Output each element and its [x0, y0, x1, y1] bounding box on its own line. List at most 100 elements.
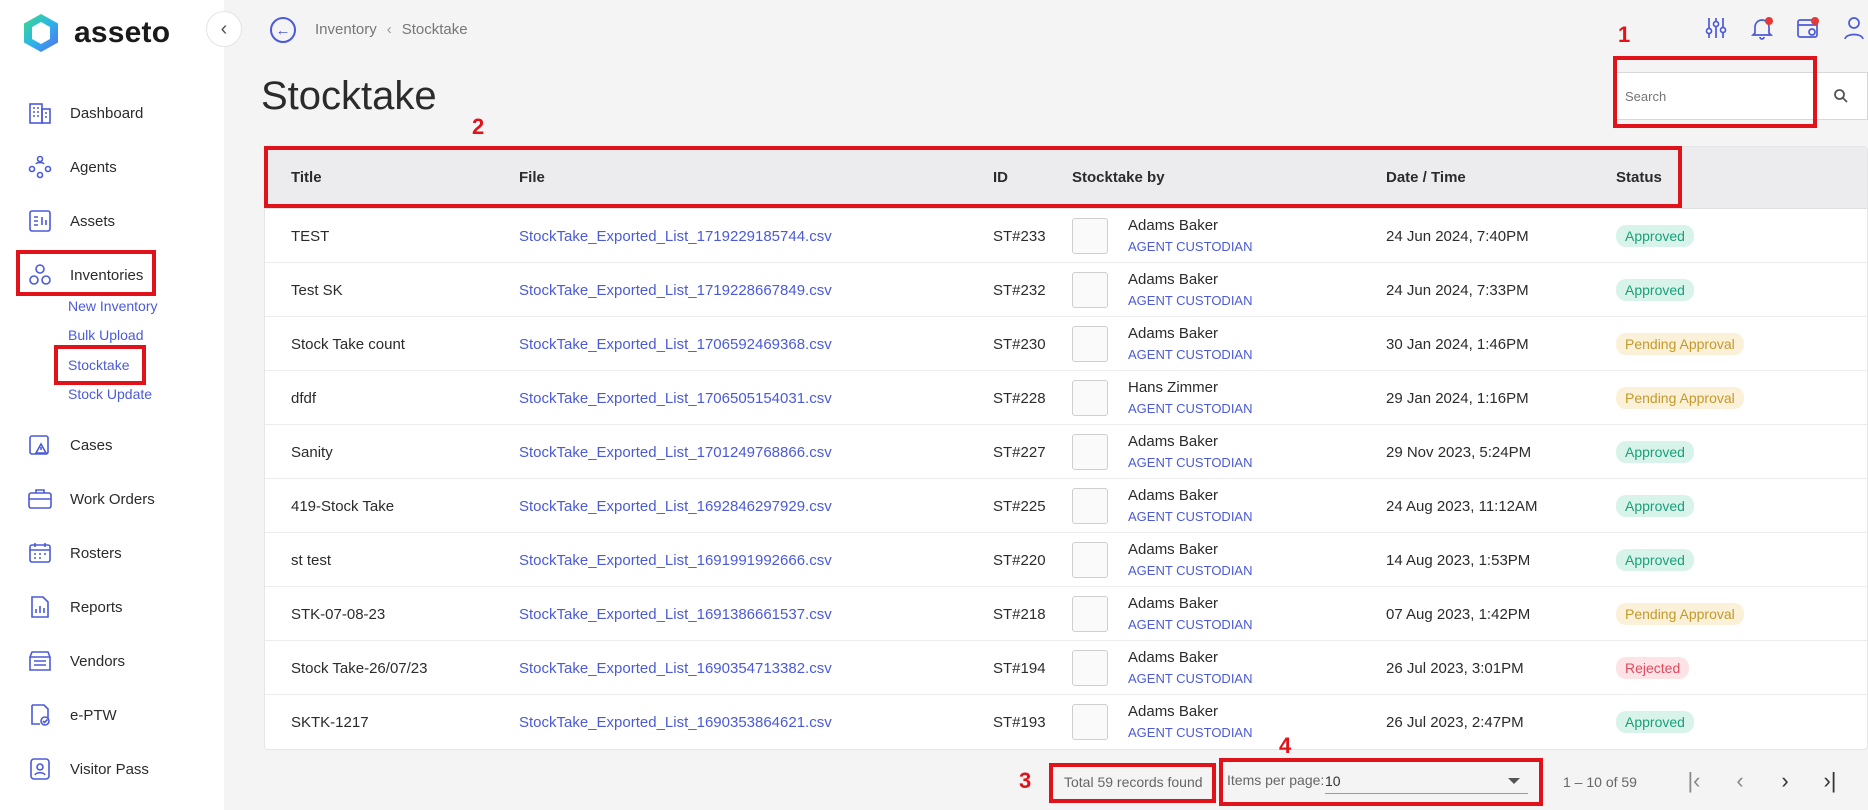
cell-file-link[interactable]: StockTake_Exported_List_1706505154031.cs… — [519, 371, 832, 425]
cell-title: dfdf — [291, 389, 317, 407]
chevron-left-icon: ‹ — [1736, 768, 1744, 793]
sidebar-item-label: Cases — [70, 436, 113, 454]
table-row[interactable]: st test StockTake_Exported_List_16919919… — [265, 533, 1867, 587]
user-info: Adams Baker AGENT CUSTODIAN — [1128, 703, 1252, 742]
cell-file-link[interactable]: StockTake_Exported_List_1701249768866.cs… — [519, 425, 832, 479]
notification-dot — [1811, 17, 1819, 25]
user-info: Hans Zimmer AGENT CUSTODIAN — [1128, 379, 1252, 418]
user-info: Adams Baker AGENT CUSTODIAN — [1128, 595, 1252, 634]
sidebar-item-visitor-pass[interactable]: Visitor Pass — [26, 754, 149, 784]
status-badge: Approved — [1616, 279, 1694, 301]
previous-page-button[interactable]: ‹ — [1723, 764, 1757, 798]
cell-title: STK-07-08-23 — [291, 605, 386, 623]
sidebar-item-reports[interactable]: Reports — [26, 592, 123, 622]
cell-file-link[interactable]: StockTake_Exported_List_1706592469368.cs… — [519, 317, 832, 371]
annotation-box-2 — [264, 146, 1682, 208]
cell-file-link[interactable]: StockTake_Exported_List_1690354713382.cs… — [519, 641, 832, 695]
cell-stocktake-by: Adams Baker AGENT CUSTODIAN — [1072, 533, 1372, 587]
first-page-button[interactable]: |‹ — [1677, 764, 1711, 798]
cell-status: Approved — [1616, 695, 1694, 749]
sidebar-item-dashboard[interactable]: Dashboard — [26, 98, 143, 128]
breadcrumb: Inventory ‹ Stocktake — [315, 21, 468, 38]
cell-status: Pending Approval — [1616, 317, 1744, 371]
cell-stocktake-by: Hans Zimmer AGENT CUSTODIAN — [1072, 371, 1372, 425]
notification-bell-icon[interactable] — [1748, 14, 1776, 42]
cell-date-time: 14 Aug 2023, 1:53PM — [1386, 551, 1531, 569]
chevron-left-icon: ‹ — [386, 21, 392, 38]
user-name: Adams Baker — [1128, 487, 1219, 504]
last-page-button[interactable]: ›| — [1813, 764, 1847, 798]
table-row[interactable]: Test SK StockTake_Exported_List_17192286… — [265, 263, 1867, 317]
user-info: Adams Baker AGENT CUSTODIAN — [1128, 217, 1252, 256]
back-button[interactable]: ← — [270, 17, 296, 43]
status-badge: Pending Approval — [1616, 387, 1744, 409]
avatar — [1072, 596, 1108, 632]
cell-date-time: 26 Jul 2023, 3:01PM — [1386, 659, 1524, 677]
table-row[interactable]: SKTK-1217 StockTake_Exported_List_169035… — [265, 695, 1867, 749]
user-role: AGENT CUSTODIAN — [1128, 671, 1253, 686]
user-role: AGENT CUSTODIAN — [1128, 401, 1253, 416]
assets-icon — [26, 207, 54, 235]
table-row[interactable]: Stock Take-26/07/23 StockTake_Exported_L… — [265, 641, 1867, 695]
users-network-icon — [26, 153, 54, 181]
user-info: Adams Baker AGENT CUSTODIAN — [1128, 325, 1252, 364]
collapse-sidebar-button[interactable]: ‹ — [206, 11, 242, 47]
sidebar-item-work-orders[interactable]: Work Orders — [26, 484, 155, 514]
status-badge: Approved — [1616, 225, 1694, 247]
page-range: 1 – 10 of 59 — [1563, 774, 1637, 790]
table-row[interactable]: Sanity StockTake_Exported_List_170124976… — [265, 425, 1867, 479]
badge-icon — [26, 755, 54, 783]
table-row[interactable]: STK-07-08-23 StockTake_Exported_List_169… — [265, 587, 1867, 641]
user-info: Adams Baker AGENT CUSTODIAN — [1128, 649, 1252, 688]
avatar — [1072, 704, 1108, 740]
sidebar-subitem-stock-update[interactable]: Stock Update — [68, 386, 152, 402]
cell-file-link[interactable]: StockTake_Exported_List_1719228667849.cs… — [519, 263, 832, 317]
user-role: AGENT CUSTODIAN — [1128, 293, 1253, 308]
cell-file-link[interactable]: StockTake_Exported_List_1690353864621.cs… — [519, 695, 832, 749]
user-profile-icon[interactable] — [1840, 14, 1868, 42]
table-row[interactable]: dfdf StockTake_Exported_List_17065051540… — [265, 371, 1867, 425]
status-badge: Approved — [1616, 441, 1694, 463]
sidebar-item-label: Assets — [70, 212, 116, 230]
filter-sliders-icon[interactable] — [1702, 14, 1730, 42]
cell-stocktake-by: Adams Baker AGENT CUSTODIAN — [1072, 425, 1372, 479]
avatar — [1072, 326, 1108, 362]
cell-stocktake-by: Adams Baker AGENT CUSTODIAN — [1072, 263, 1372, 317]
search-button[interactable] — [1814, 72, 1868, 120]
status-badge: Rejected — [1616, 657, 1690, 679]
cell-file-link[interactable]: StockTake_Exported_List_1691991992666.cs… — [519, 533, 832, 587]
avatar — [1072, 434, 1108, 470]
table-row[interactable]: 419-Stock Take StockTake_Exported_List_1… — [265, 479, 1867, 533]
sidebar-item-label: Reports — [70, 598, 123, 616]
table-row[interactable]: Stock Take count StockTake_Exported_List… — [265, 317, 1867, 371]
cell-file-link[interactable]: StockTake_Exported_List_1692846297929.cs… — [519, 479, 832, 533]
cell-title: Sanity — [291, 443, 333, 461]
user-role: AGENT CUSTODIAN — [1128, 617, 1253, 632]
sidebar-item-assets[interactable]: Assets — [26, 206, 115, 236]
app-logo[interactable]: asseto — [20, 12, 170, 54]
cell-stocktake-by: Adams Baker AGENT CUSTODIAN — [1072, 587, 1372, 641]
annotation-number-1: 1 — [1618, 22, 1631, 47]
breadcrumb-inventory[interactable]: Inventory — [315, 21, 377, 38]
user-role: AGENT CUSTODIAN — [1128, 725, 1253, 740]
cell-status: Approved — [1616, 263, 1694, 317]
status-badge: Pending Approval — [1616, 603, 1744, 625]
cell-file-link[interactable]: StockTake_Exported_List_1691386661537.cs… — [519, 587, 832, 641]
sidebar-item-e-ptw[interactable]: e-PTW — [26, 700, 117, 730]
sidebar-subitem-bulk-upload[interactable]: Bulk Upload — [68, 327, 144, 343]
cell-status: Approved — [1616, 533, 1694, 587]
cell-stocktake-by: Adams Baker AGENT CUSTODIAN — [1072, 695, 1372, 749]
sidebar-item-agents[interactable]: Agents — [26, 152, 117, 182]
sidebar-item-rosters[interactable]: Rosters — [26, 538, 122, 568]
search-icon — [1834, 89, 1848, 103]
sidebar-item-label: Rosters — [70, 544, 122, 562]
sidebar-item-cases[interactable]: Cases — [26, 430, 113, 460]
annotation-number-4: 4 — [1279, 733, 1292, 758]
cell-file-link[interactable]: StockTake_Exported_List_1719229185744.cs… — [519, 209, 832, 263]
calendar-check-icon[interactable] — [1794, 14, 1822, 42]
sidebar-item-vendors[interactable]: Vendors — [26, 646, 125, 676]
table-row[interactable]: TEST StockTake_Exported_List_17192291857… — [265, 209, 1867, 263]
cell-date-time: 29 Nov 2023, 5:24PM — [1386, 443, 1532, 461]
sidebar-subitem-new-inventory[interactable]: New Inventory — [68, 298, 157, 314]
next-page-button[interactable]: › — [1768, 764, 1802, 798]
